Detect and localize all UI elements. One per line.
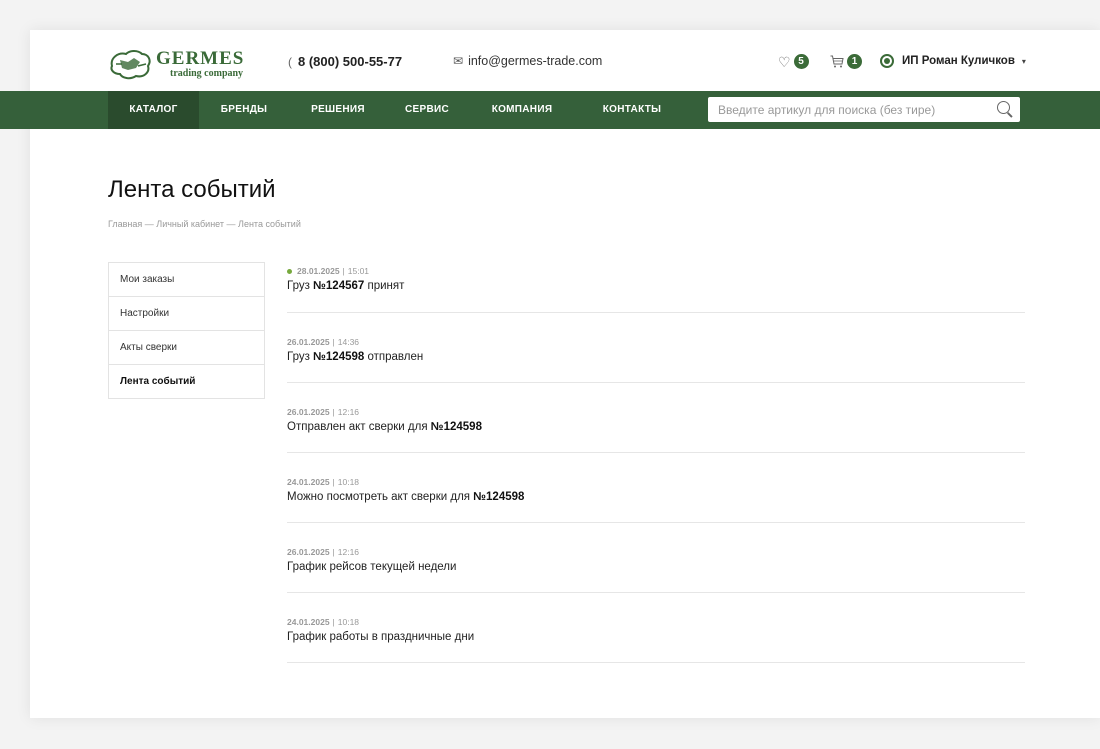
event-time: 12:16 <box>337 547 360 557</box>
favorites-count-badge: 5 <box>793 54 809 69</box>
cart-count-badge: 1 <box>847 54 862 69</box>
breadcrumb-current: Лента событий <box>238 219 301 229</box>
event-time: 10:18 <box>337 477 360 487</box>
email-address: info@germes-trade.com <box>468 54 603 68</box>
event-text: График работы в праздничные дни <box>287 631 1025 643</box>
event-meta-separator: | <box>332 617 335 627</box>
user-menu[interactable]: ИП Роман Куличков ▾ <box>880 54 1026 68</box>
page-card: GERMES trading company ( 8 (800) 500-55-… <box>0 30 1100 718</box>
logo-name: GERMES <box>156 48 245 69</box>
nav-item-service[interactable]: СЕРВИС <box>387 91 467 129</box>
sidebar-item-settings[interactable]: Настройки <box>109 297 264 331</box>
event-text: Груз №124598 отправлен <box>287 351 1025 363</box>
event-date: 24.01.2025 <box>287 477 330 487</box>
logo-emblem-icon <box>110 50 151 80</box>
event-text: Отправлен акт сверки для №124598 <box>287 421 1025 433</box>
phone-number: 8 (800) 500-55-77 <box>298 54 403 69</box>
breadcrumb-account[interactable]: Личный кабинет <box>156 219 224 229</box>
event-meta-separator: | <box>332 477 335 487</box>
main-nav: КАТАЛОГ БРЕНДЫ РЕШЕНИЯ СЕРВИС КОМПАНИЯ К… <box>0 91 1100 129</box>
account-sidebar: Мои заказы Настройки Акты сверки Лента с… <box>108 262 265 399</box>
event-item: 26.01.2025 | 12:16 Отправлен акт сверки … <box>287 383 1025 453</box>
sidebar-item-event-feed[interactable]: Лента событий <box>109 365 264 398</box>
event-item: 26.01.2025 | 14:36 Груз №124598 отправле… <box>287 313 1025 383</box>
event-text-pre: Груз <box>287 280 314 292</box>
breadcrumb-separator: — <box>144 219 154 229</box>
logo[interactable]: GERMES trading company <box>108 48 244 80</box>
phone-icon: ( <box>288 54 292 69</box>
event-text: Груз №124567 принят <box>287 280 1025 292</box>
user-name: ИП Роман Куличков <box>902 55 1015 67</box>
search-icon[interactable] <box>997 101 1010 114</box>
event-meta-separator: | <box>332 547 335 557</box>
event-number: №124598 <box>313 351 365 363</box>
sidebar-item-orders[interactable]: Мои заказы <box>109 263 264 297</box>
nav-item-catalog[interactable]: КАТАЛОГ <box>108 91 199 129</box>
event-text: График рейсов текущей недели <box>287 561 1025 573</box>
event-time: 12:16 <box>337 407 360 417</box>
event-time: 10:18 <box>337 617 360 627</box>
event-text-pre: График рейсов текущей недели <box>287 561 457 573</box>
sidebar-item-reconciliation[interactable]: Акты сверки <box>109 331 264 365</box>
page-title: Лента событий <box>108 176 276 203</box>
event-text-pre: Груз <box>287 351 314 363</box>
event-time: 14:36 <box>337 337 360 347</box>
event-item: 26.01.2025 | 12:16 График рейсов текущей… <box>287 523 1025 593</box>
event-text-pre: Можно посмотреть акт сверки для <box>287 491 474 503</box>
event-text-pre: График работы в праздничные дни <box>287 631 475 643</box>
nav-item-brands[interactable]: БРЕНДЫ <box>199 91 289 129</box>
heart-icon: ♡ <box>778 53 791 70</box>
event-item: 24.01.2025 | 10:18 График работы в празд… <box>287 593 1025 663</box>
nav-item-company[interactable]: КОМПАНИЯ <box>467 91 577 129</box>
event-text: Можно посмотреть акт сверки для №124598 <box>287 491 1025 503</box>
event-number: №124567 <box>313 280 365 292</box>
event-feed: 28.01.2025 | 15:01 Груз №124567 принят 2… <box>287 264 1025 663</box>
email-link[interactable]: ✉ info@germes-trade.com <box>453 54 602 68</box>
event-date: 26.01.2025 <box>287 547 330 557</box>
event-meta-separator: | <box>332 407 335 417</box>
breadcrumb: Главная — Личный кабинет — Лента событий <box>108 219 301 229</box>
mail-icon: ✉ <box>453 54 464 68</box>
event-time: 15:01 <box>347 266 370 276</box>
event-text-post: отправлен <box>364 351 424 363</box>
event-date: 26.01.2025 <box>287 337 330 347</box>
event-item: 28.01.2025 | 15:01 Груз №124567 принят <box>287 264 1025 313</box>
favorites-button[interactable]: ♡ 5 <box>778 54 809 69</box>
search-input[interactable] <box>716 101 990 118</box>
nav-item-solutions[interactable]: РЕШЕНИЯ <box>289 91 387 129</box>
new-event-dot <box>287 268 292 274</box>
event-text-post: принят <box>364 280 405 292</box>
event-meta-separator: | <box>342 266 345 276</box>
search-box <box>708 97 1020 122</box>
chevron-down-icon: ▾ <box>1021 56 1026 66</box>
event-text-pre: Отправлен акт сверки для <box>287 421 431 433</box>
phone-link[interactable]: ( 8 (800) 500-55-77 <box>288 54 402 69</box>
cart-icon <box>830 55 844 68</box>
event-date: 28.01.2025 <box>297 266 340 276</box>
event-item: 24.01.2025 | 10:18 Можно посмотреть акт … <box>287 453 1025 523</box>
event-number: №124598 <box>430 421 482 433</box>
user-icon <box>880 54 894 68</box>
event-meta-separator: | <box>332 337 335 347</box>
cart-button[interactable]: 1 <box>830 54 862 69</box>
logo-tagline: trading company <box>170 68 244 79</box>
breadcrumb-separator: — <box>226 219 236 229</box>
nav-item-contacts[interactable]: КОНТАКТЫ <box>577 91 687 129</box>
event-date: 26.01.2025 <box>287 407 330 417</box>
event-number: №124598 <box>473 491 525 503</box>
event-date: 24.01.2025 <box>287 617 330 627</box>
top-bar: GERMES trading company ( 8 (800) 500-55-… <box>30 30 1100 90</box>
breadcrumb-home[interactable]: Главная <box>108 219 142 229</box>
